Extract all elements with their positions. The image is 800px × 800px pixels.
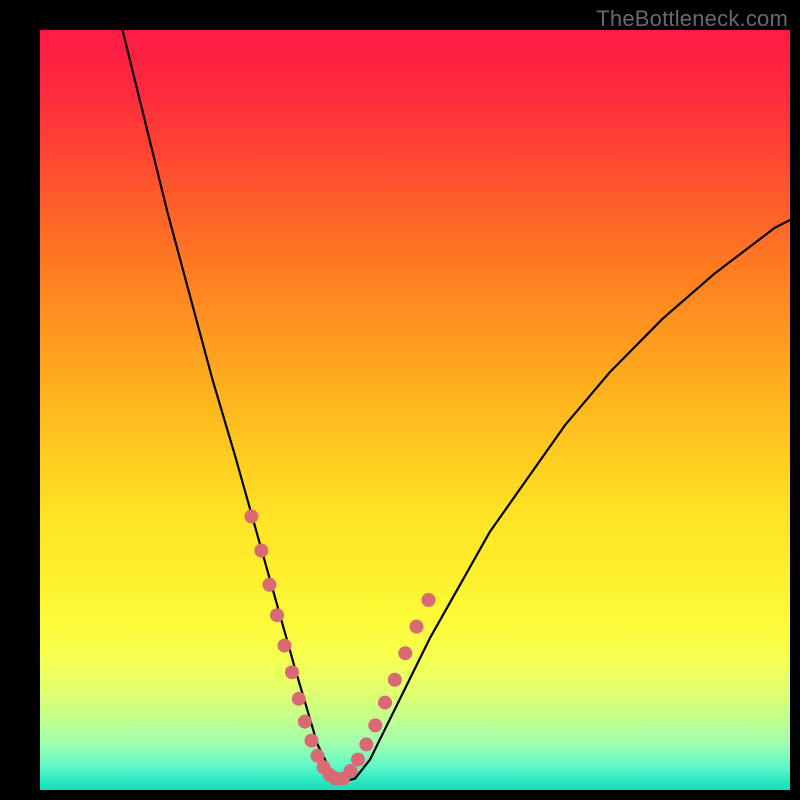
dot-marker: [344, 764, 358, 778]
plot-area: [40, 30, 790, 790]
dot-marker: [368, 718, 382, 732]
dot-marker: [263, 578, 277, 592]
dot-markers: [245, 509, 436, 785]
bottleneck-curve: [123, 30, 791, 782]
dot-marker: [351, 753, 365, 767]
dot-marker: [245, 509, 259, 523]
watermark-text: TheBottleneck.com: [596, 6, 788, 32]
dot-marker: [254, 544, 268, 558]
dot-marker: [298, 715, 312, 729]
dot-marker: [285, 665, 299, 679]
dot-marker: [422, 593, 436, 607]
dot-marker: [305, 734, 319, 748]
chart-frame: TheBottleneck.com: [0, 0, 800, 800]
chart-svg: [40, 30, 790, 790]
dot-marker: [398, 646, 412, 660]
dot-marker: [410, 620, 424, 634]
dot-marker: [359, 737, 373, 751]
dot-marker: [388, 673, 402, 687]
dot-marker: [378, 696, 392, 710]
dot-marker: [278, 639, 292, 653]
dot-marker: [292, 692, 306, 706]
dot-marker: [270, 608, 284, 622]
